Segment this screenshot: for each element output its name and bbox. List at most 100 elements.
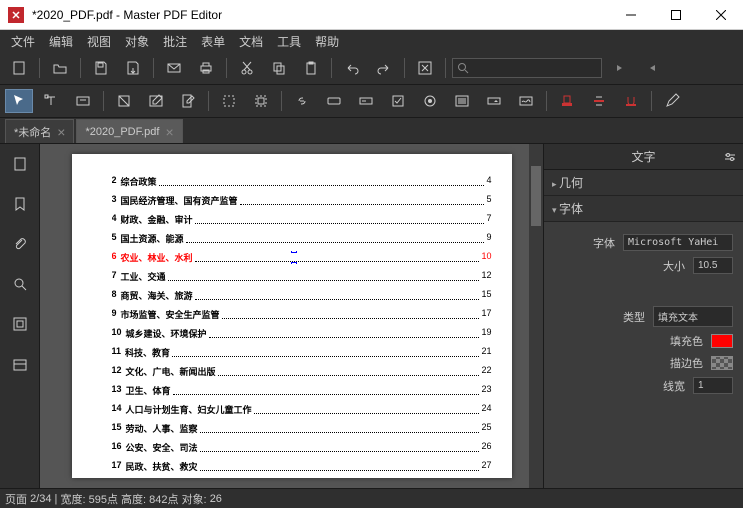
toc-row[interactable]: 6农业、林业、水利10 xyxy=(112,251,492,264)
snapshot-tool[interactable] xyxy=(247,89,275,113)
form-radio-tool[interactable] xyxy=(416,89,444,113)
form-checkbox-tool[interactable] xyxy=(384,89,412,113)
signatures-icon[interactable] xyxy=(0,304,40,344)
toc-num: 3 xyxy=(112,194,117,207)
type-value[interactable]: 填充文本 xyxy=(653,306,733,327)
toc-dots xyxy=(168,270,480,281)
select-rect-tool[interactable] xyxy=(215,89,243,113)
paste-button[interactable] xyxy=(297,56,325,80)
menu-help[interactable]: 帮助 xyxy=(309,31,345,52)
toc-num: 13 xyxy=(112,384,122,397)
layers-icon[interactable] xyxy=(0,344,40,384)
scroll-thumb[interactable] xyxy=(531,166,541,226)
saveas-button[interactable] xyxy=(119,56,147,80)
linewidth-value[interactable]: 1 xyxy=(693,377,733,394)
toc-row[interactable]: 10城乡建设、环境保护19 xyxy=(112,327,492,340)
panel-settings-icon[interactable] xyxy=(723,150,737,164)
close-button[interactable] xyxy=(698,0,743,30)
minimize-button[interactable] xyxy=(608,0,653,30)
edit-text-tool[interactable] xyxy=(69,89,97,113)
open-button[interactable] xyxy=(46,56,74,80)
toc-title: 综合政策 xyxy=(121,175,157,188)
toc-dots xyxy=(172,346,479,357)
text-select-tool[interactable] xyxy=(37,89,65,113)
redo-button[interactable] xyxy=(370,56,398,80)
toc-row[interactable]: 17民政、扶贫、救灾27 xyxy=(112,460,492,473)
cut-button[interactable] xyxy=(233,56,261,80)
toc-page: 25 xyxy=(481,422,491,435)
bookmarks-icon[interactable] xyxy=(0,184,40,224)
form-combo-tool[interactable] xyxy=(480,89,508,113)
toc-row[interactable]: 4财政、金融、审计7 xyxy=(112,213,492,226)
toc-num: 5 xyxy=(112,232,117,245)
section-font[interactable]: 字体 xyxy=(544,196,743,222)
tab-2020pdf[interactable]: *2020_PDF.pdf× xyxy=(76,119,182,143)
select-tool[interactable] xyxy=(5,89,33,113)
strikeout-tool[interactable] xyxy=(585,89,613,113)
stroke-color-swatch[interactable] xyxy=(711,356,733,370)
tab-close-icon[interactable]: × xyxy=(165,124,173,140)
toc-dots xyxy=(195,289,480,300)
undo-button[interactable] xyxy=(338,56,366,80)
toc-row[interactable]: 16公安、安全、司法26 xyxy=(112,441,492,454)
maximize-button[interactable] xyxy=(653,0,698,30)
search-icon[interactable] xyxy=(0,264,40,304)
toolbar-tools xyxy=(0,85,743,118)
toc-row[interactable]: 7工业、交通12 xyxy=(112,270,492,283)
size-value[interactable]: 10.5 xyxy=(693,257,733,274)
toc-row[interactable]: 12文化、广电、新闻出版22 xyxy=(112,365,492,378)
toc-row[interactable]: 3国民经济管理、国有资产监管5 xyxy=(112,194,492,207)
toc-row[interactable]: 13卫生、体育23 xyxy=(112,384,492,397)
zoom-fit-button[interactable] xyxy=(411,56,439,80)
toc-num: 2 xyxy=(112,175,117,188)
search-prev-button[interactable] xyxy=(638,56,666,80)
copy-button[interactable] xyxy=(265,56,293,80)
search-input[interactable] xyxy=(452,58,602,78)
toc-row[interactable]: 14人口与计划生育、妇女儿童工作24 xyxy=(112,403,492,416)
edit-forms-tool[interactable] xyxy=(142,89,170,113)
fill-label: 填充色 xyxy=(670,333,703,349)
search-next-button[interactable] xyxy=(606,56,634,80)
toc-row[interactable]: 8商贸、海关、旅游15 xyxy=(112,289,492,302)
toc-row[interactable]: 11科技、教育21 xyxy=(112,346,492,359)
new-button[interactable] xyxy=(5,56,33,80)
print-button[interactable] xyxy=(192,56,220,80)
edit-document-tool[interactable] xyxy=(174,89,202,113)
stroke-label: 描边色 xyxy=(670,355,703,371)
menu-form[interactable]: 表单 xyxy=(195,31,231,52)
fill-color-swatch[interactable] xyxy=(711,334,733,348)
toc-title: 国土资源、能源 xyxy=(121,232,184,245)
document-area[interactable]: 2综合政策43国民经济管理、国有资产监管54财政、金融、审计75国土资源、能源9… xyxy=(40,144,543,488)
toc-row[interactable]: 2综合政策4 xyxy=(112,175,492,188)
underline-tool[interactable] xyxy=(617,89,645,113)
toc-row[interactable]: 5国土资源、能源9 xyxy=(112,232,492,245)
hand-tool[interactable] xyxy=(110,89,138,113)
form-signature-tool[interactable] xyxy=(512,89,540,113)
menu-file[interactable]: 文件 xyxy=(5,31,41,52)
pencil-tool[interactable] xyxy=(658,89,686,113)
form-list-tool[interactable] xyxy=(448,89,476,113)
save-button[interactable] xyxy=(87,56,115,80)
tab-unnamed[interactable]: *未命名× xyxy=(5,119,74,143)
thumbnails-icon[interactable] xyxy=(0,144,40,184)
toc-num: 10 xyxy=(112,327,122,340)
menu-comment[interactable]: 批注 xyxy=(157,31,193,52)
scrollbar-vertical[interactable] xyxy=(529,144,543,488)
highlight-tool[interactable] xyxy=(553,89,581,113)
size-label: 大小 xyxy=(663,258,685,274)
form-text-tool[interactable] xyxy=(352,89,380,113)
menu-tools[interactable]: 工具 xyxy=(271,31,307,52)
section-geometry[interactable]: 几何 xyxy=(544,170,743,196)
menu-document[interactable]: 文档 xyxy=(233,31,269,52)
menu-edit[interactable]: 编辑 xyxy=(43,31,79,52)
toc-row[interactable]: 15劳动、人事、监察25 xyxy=(112,422,492,435)
menu-view[interactable]: 视图 xyxy=(81,31,117,52)
font-value[interactable]: Microsoft YaHei xyxy=(623,234,733,251)
link-tool[interactable] xyxy=(288,89,316,113)
tab-close-icon[interactable]: × xyxy=(57,124,65,140)
menu-object[interactable]: 对象 xyxy=(119,31,155,52)
toc-row[interactable]: 9市场监管、安全生产监管17 xyxy=(112,308,492,321)
form-button-tool[interactable] xyxy=(320,89,348,113)
attachments-icon[interactable] xyxy=(0,224,40,264)
email-button[interactable] xyxy=(160,56,188,80)
